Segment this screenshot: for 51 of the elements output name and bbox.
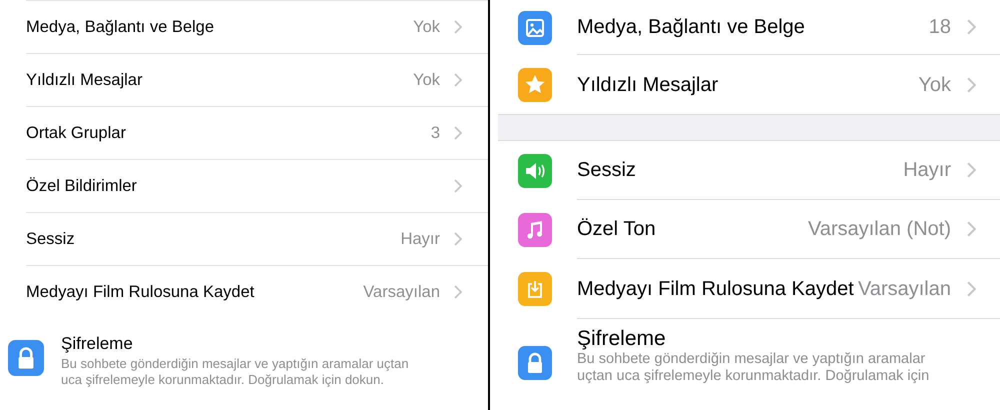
row-label: Özel Bildirimler [26,176,138,197]
row-value: Hayır [903,158,951,183]
chevron-icon [967,221,976,237]
row-value: Varsayılan [363,282,440,303]
encryption-description: Bu sohbete gönderdiğin mesajlar ve yaptığın aramalar uçtan uca şifrelemeyle korunmaktadır. Doğrulamak için [577,351,930,385]
row-value: 3 [430,122,440,144]
settings-row[interactable]: Özel Bildirimler [26,159,488,212]
row-value: Hayır [400,228,440,250]
row-label: Ortak Gruplar [26,122,127,144]
chevron-icon [454,73,462,87]
row-value: 18 [928,15,951,40]
settings-row[interactable]: Medya, Bağlantı ve Belge 18 [498,0,1000,55]
settings-row[interactable]: Yıldızlı Mesajlar Yok [26,53,488,106]
settings-row[interactable]: Yıldızlı Mesajlar Yok [498,55,1000,114]
row-label: Sessiz [577,158,637,183]
row-label: Yıldızlı Mesajlar [26,70,144,91]
chevron-icon [454,126,462,140]
row-value: Yok [413,16,440,38]
chevron-icon [967,76,976,92]
row-value: Yok [918,72,951,98]
chevron-icon [967,162,976,178]
settings-row[interactable]: Sessiz Hayır [26,212,488,265]
lock-icon [518,346,552,380]
encryption-description: Bu sohbete gönderdiğin mesajlar ve yaptığın aramalar uçtan uca şifrelemeyle korunmaktadır. Doğrulamak için dokun. [61,356,409,388]
row-label: Medyayı Film Rulosuna Kaydet [26,282,256,303]
settings-row[interactable]: Ortak Gruplar 3 [26,106,488,159]
row-value: Varsayılan [858,276,951,302]
settings-row[interactable]: Medyayı Film Rulosuna Kaydet Varsayılan [26,265,488,318]
row-label: Sessiz [26,228,76,250]
row-value: Yok [413,70,440,91]
row-value: Varsayılan (Not) [808,217,951,242]
row-label: Medyayı Film Rulosuna Kaydet [577,276,855,302]
settings-row[interactable]: Özel Ton Varsayılan (Not) [498,200,1000,259]
lock-icon [8,340,44,376]
row-label: Özel Ton [577,217,657,242]
row-label: Yıldızlı Mesajlar [577,72,720,98]
row-label: Medya, Bağlantı ve Belge [577,15,806,40]
chevron-icon [967,19,976,35]
settings-row[interactable]: Sessiz Hayır [498,141,1000,200]
chevron-icon [454,285,462,299]
settings-row[interactable]: Medya, Bağlantı ve Belge Yok [26,0,488,53]
encryption-title: Şifreleme [61,334,134,354]
settings-row[interactable]: Medyayı Film Rulosuna Kaydet Varsayılan [498,259,1000,318]
encryption-row[interactable]: Şifreleme Bu sohbete gönderdiğin mesajlar ve yaptığın aramalar uçtan uca şifrelemeyle korunmaktadır. Doğrulamak için dokun. [0,334,488,388]
chevron-icon [454,20,462,34]
chevron-icon [454,179,462,193]
row-label: Medya, Bağlantı ve Belge [26,16,216,38]
encryption-title: Şifreleme [577,327,667,351]
encryption-row[interactable]: Şifreleme Bu sohbete gönderdiğin mesajlar ve yaptığın aramalar uçtan uca şifrelemeyle korunmaktadır. Doğrulamak için [498,327,1000,385]
chevron-icon [967,280,976,296]
chevron-icon [454,232,462,246]
